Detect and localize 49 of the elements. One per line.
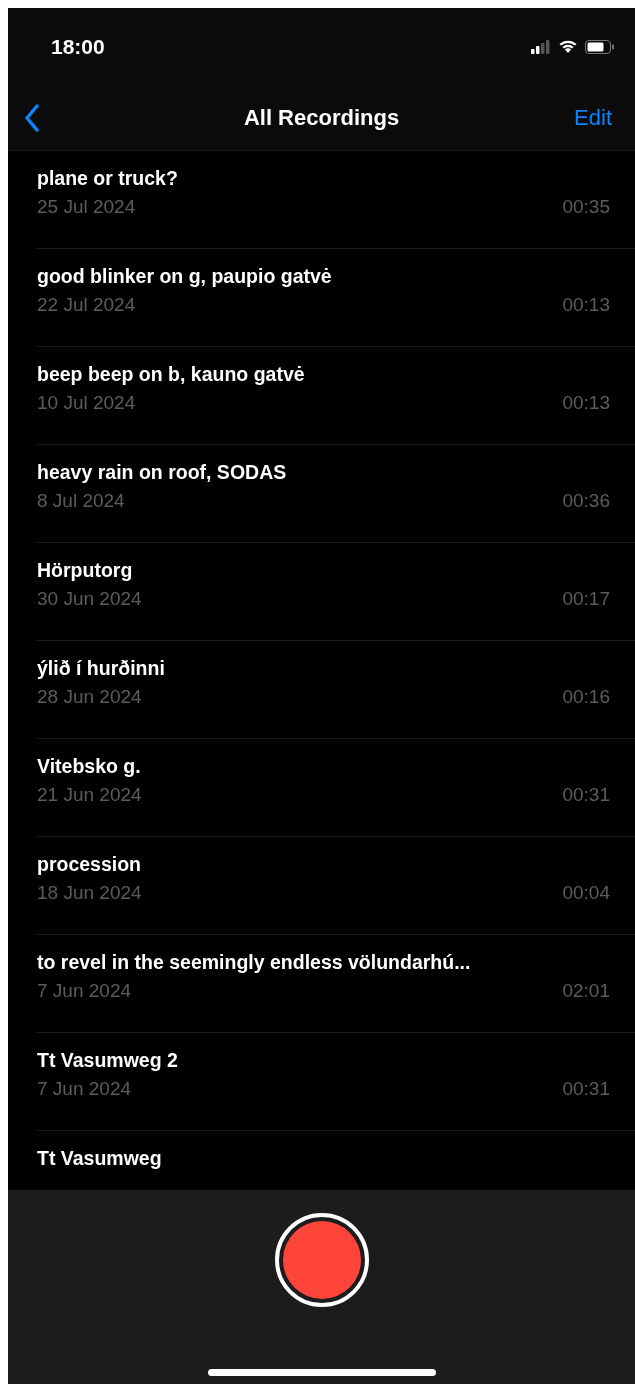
back-button[interactable] xyxy=(24,103,40,132)
recording-title: heavy rain on roof, SODAS xyxy=(37,461,287,484)
recording-title: Hörputorg xyxy=(37,559,133,582)
recording-duration: 00:36 xyxy=(562,490,610,512)
recording-title: plane or truck? xyxy=(37,167,178,190)
chevron-left-icon xyxy=(24,103,40,132)
recording-title: Tt Vasumweg 2 xyxy=(37,1049,178,1072)
recording-date: 22 Jul 2024 xyxy=(37,294,136,316)
recording-duration: 02:01 xyxy=(562,980,610,1002)
recording-duration: 00:04 xyxy=(562,882,610,904)
recording-item[interactable]: good blinker on g, paupio gatvė 22 Jul 2024 00:13 xyxy=(37,249,635,347)
recording-title: Tt Vasumweg xyxy=(37,1147,162,1170)
recording-title: beep beep on b, kauno gatvė xyxy=(37,363,305,386)
recording-item[interactable]: plane or truck? 25 Jul 2024 00:35 xyxy=(37,151,635,249)
signal-icon xyxy=(531,39,551,54)
recording-item[interactable]: heavy rain on roof, SODAS 8 Jul 2024 00:36 xyxy=(37,445,635,543)
recording-duration: 00:17 xyxy=(562,588,610,610)
wifi-icon xyxy=(558,39,578,54)
recording-duration: 00:31 xyxy=(562,784,610,806)
recording-duration: 00:13 xyxy=(562,392,610,414)
recording-date: 18 Jun 2024 xyxy=(37,882,142,904)
recording-item[interactable]: Tt Vasumweg 2 7 Jun 2024 00:31 xyxy=(37,1033,635,1131)
recording-date: 30 Jun 2024 xyxy=(37,588,142,610)
recording-title: to revel in the seemingly endless völundarhú... xyxy=(37,951,471,974)
recording-duration: 00:35 xyxy=(562,196,610,218)
recording-date: 10 Jul 2024 xyxy=(37,392,136,414)
recording-title: procession xyxy=(37,853,142,876)
recording-item[interactable]: Vitebsko g. 21 Jun 2024 00:31 xyxy=(37,739,635,837)
recording-date: 21 Jun 2024 xyxy=(37,784,142,806)
recording-date: 7 Jun 2024 xyxy=(37,1078,132,1100)
battery-icon xyxy=(585,39,615,54)
recording-title: ýlið í hurðinni xyxy=(37,657,165,680)
recording-duration: 00:31 xyxy=(562,1078,610,1100)
recording-item[interactable]: beep beep on b, kauno gatvė 10 Jul 2024 00:13 xyxy=(37,347,635,445)
recording-date: 25 Jul 2024 xyxy=(37,196,136,218)
recording-duration: 00:13 xyxy=(562,294,610,316)
recording-title: good blinker on g, paupio gatvė xyxy=(37,265,332,288)
recording-date: 28 Jun 2024 xyxy=(37,686,142,708)
recording-item[interactable]: procession 18 Jun 2024 00:04 xyxy=(37,837,635,935)
recording-item[interactable]: Hörputorg 30 Jun 2024 00:17 xyxy=(37,543,635,641)
recording-duration: 00:16 xyxy=(562,686,610,708)
recording-date: 8 Jul 2024 xyxy=(37,490,125,512)
recording-title: Vitebsko g. xyxy=(37,755,141,778)
status-time: 18:00 xyxy=(51,34,105,59)
recording-item[interactable]: ýlið í hurðinni 28 Jun 2024 00:16 xyxy=(37,641,635,739)
recording-item[interactable]: to revel in the seemingly endless völundarhú... 7 Jun 2024 02:01 xyxy=(37,935,635,1033)
edit-button[interactable]: Edit xyxy=(574,104,612,131)
screen-title: All Recordings xyxy=(243,104,400,130)
recording-date: 7 Jun 2024 xyxy=(37,980,132,1002)
